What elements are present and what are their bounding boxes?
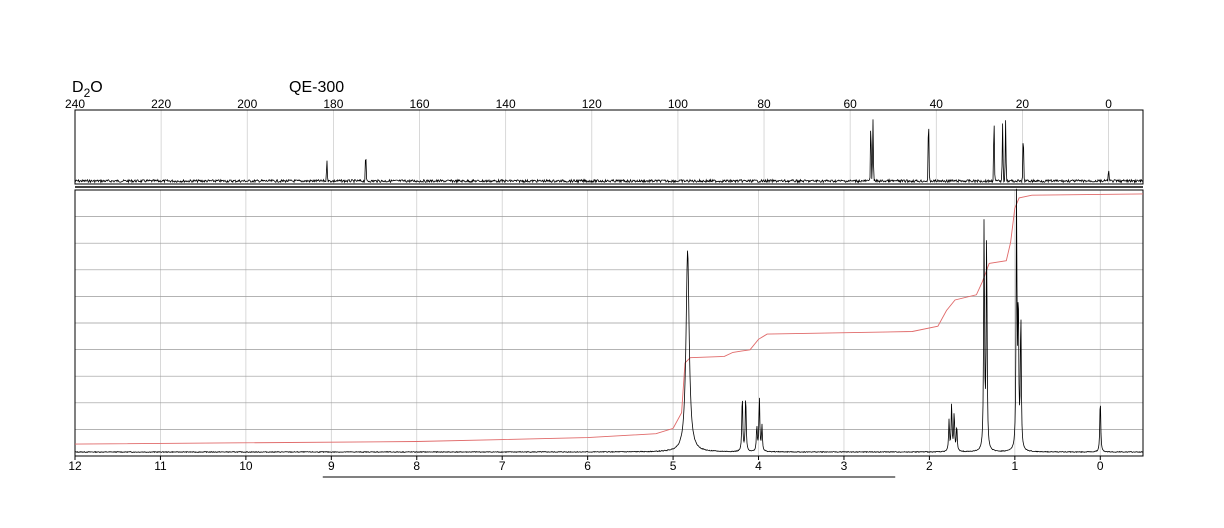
c13-spectrum-trace <box>74 119 1143 184</box>
c13-tick-label: 180 <box>323 97 343 111</box>
h1-axis-tick-labels: 12 11 10 9 8 7 6 5 4 3 2 1 0 <box>68 459 1104 473</box>
c13-tick-label: 0 <box>1105 97 1112 111</box>
h1-tick-label: 7 <box>499 459 506 473</box>
c13-tick-label: 120 <box>582 97 602 111</box>
c13-gridlines <box>160 110 1109 184</box>
h1-tick-label: 8 <box>413 459 420 473</box>
c13-panel <box>74 109 1144 185</box>
h1-tick-label: 4 <box>755 459 762 473</box>
c13-tick-label: 200 <box>237 97 257 111</box>
h1-tick-label: 2 <box>926 459 933 473</box>
instrument-label: QE-300 <box>289 79 344 96</box>
h1-tick-label: 0 <box>1097 459 1104 473</box>
h1-tick-label: 6 <box>584 459 591 473</box>
h1-tick-label: 11 <box>154 459 167 473</box>
c13-plot-frame <box>74 109 1144 185</box>
h1-tick-label: 9 <box>328 459 335 473</box>
c13-tick-label: 220 <box>151 97 171 111</box>
h1-tick-label: 12 <box>68 459 82 473</box>
c13-tick-label: 20 <box>1016 97 1030 111</box>
c13-tick-label: 240 <box>65 97 85 111</box>
c13-axis-tick-labels: 240 220 200 180 160 140 120 100 80 60 40 20 0 <box>65 97 1112 111</box>
h1-spectrum-trace <box>74 188 1144 454</box>
c13-tick-label: 60 <box>843 97 857 111</box>
c13-tick-label: 100 <box>668 97 688 111</box>
h1-panel <box>74 188 1144 460</box>
c13-tick-label: 40 <box>930 97 944 111</box>
h1-tick-label: 5 <box>670 459 677 473</box>
c13-tick-label: 160 <box>410 97 430 111</box>
h1-tick-label: 3 <box>841 459 848 473</box>
c13-tick-label: 140 <box>496 97 516 111</box>
nmr-spectrum-figure: D2O QE-300 240 220 200 180 160 140 120 100 80 60 4… <box>65 79 1144 478</box>
h1-tick-label: 1 <box>1011 459 1018 473</box>
h1-tick-label: 10 <box>239 459 253 473</box>
c13-tick-label: 80 <box>757 97 771 111</box>
